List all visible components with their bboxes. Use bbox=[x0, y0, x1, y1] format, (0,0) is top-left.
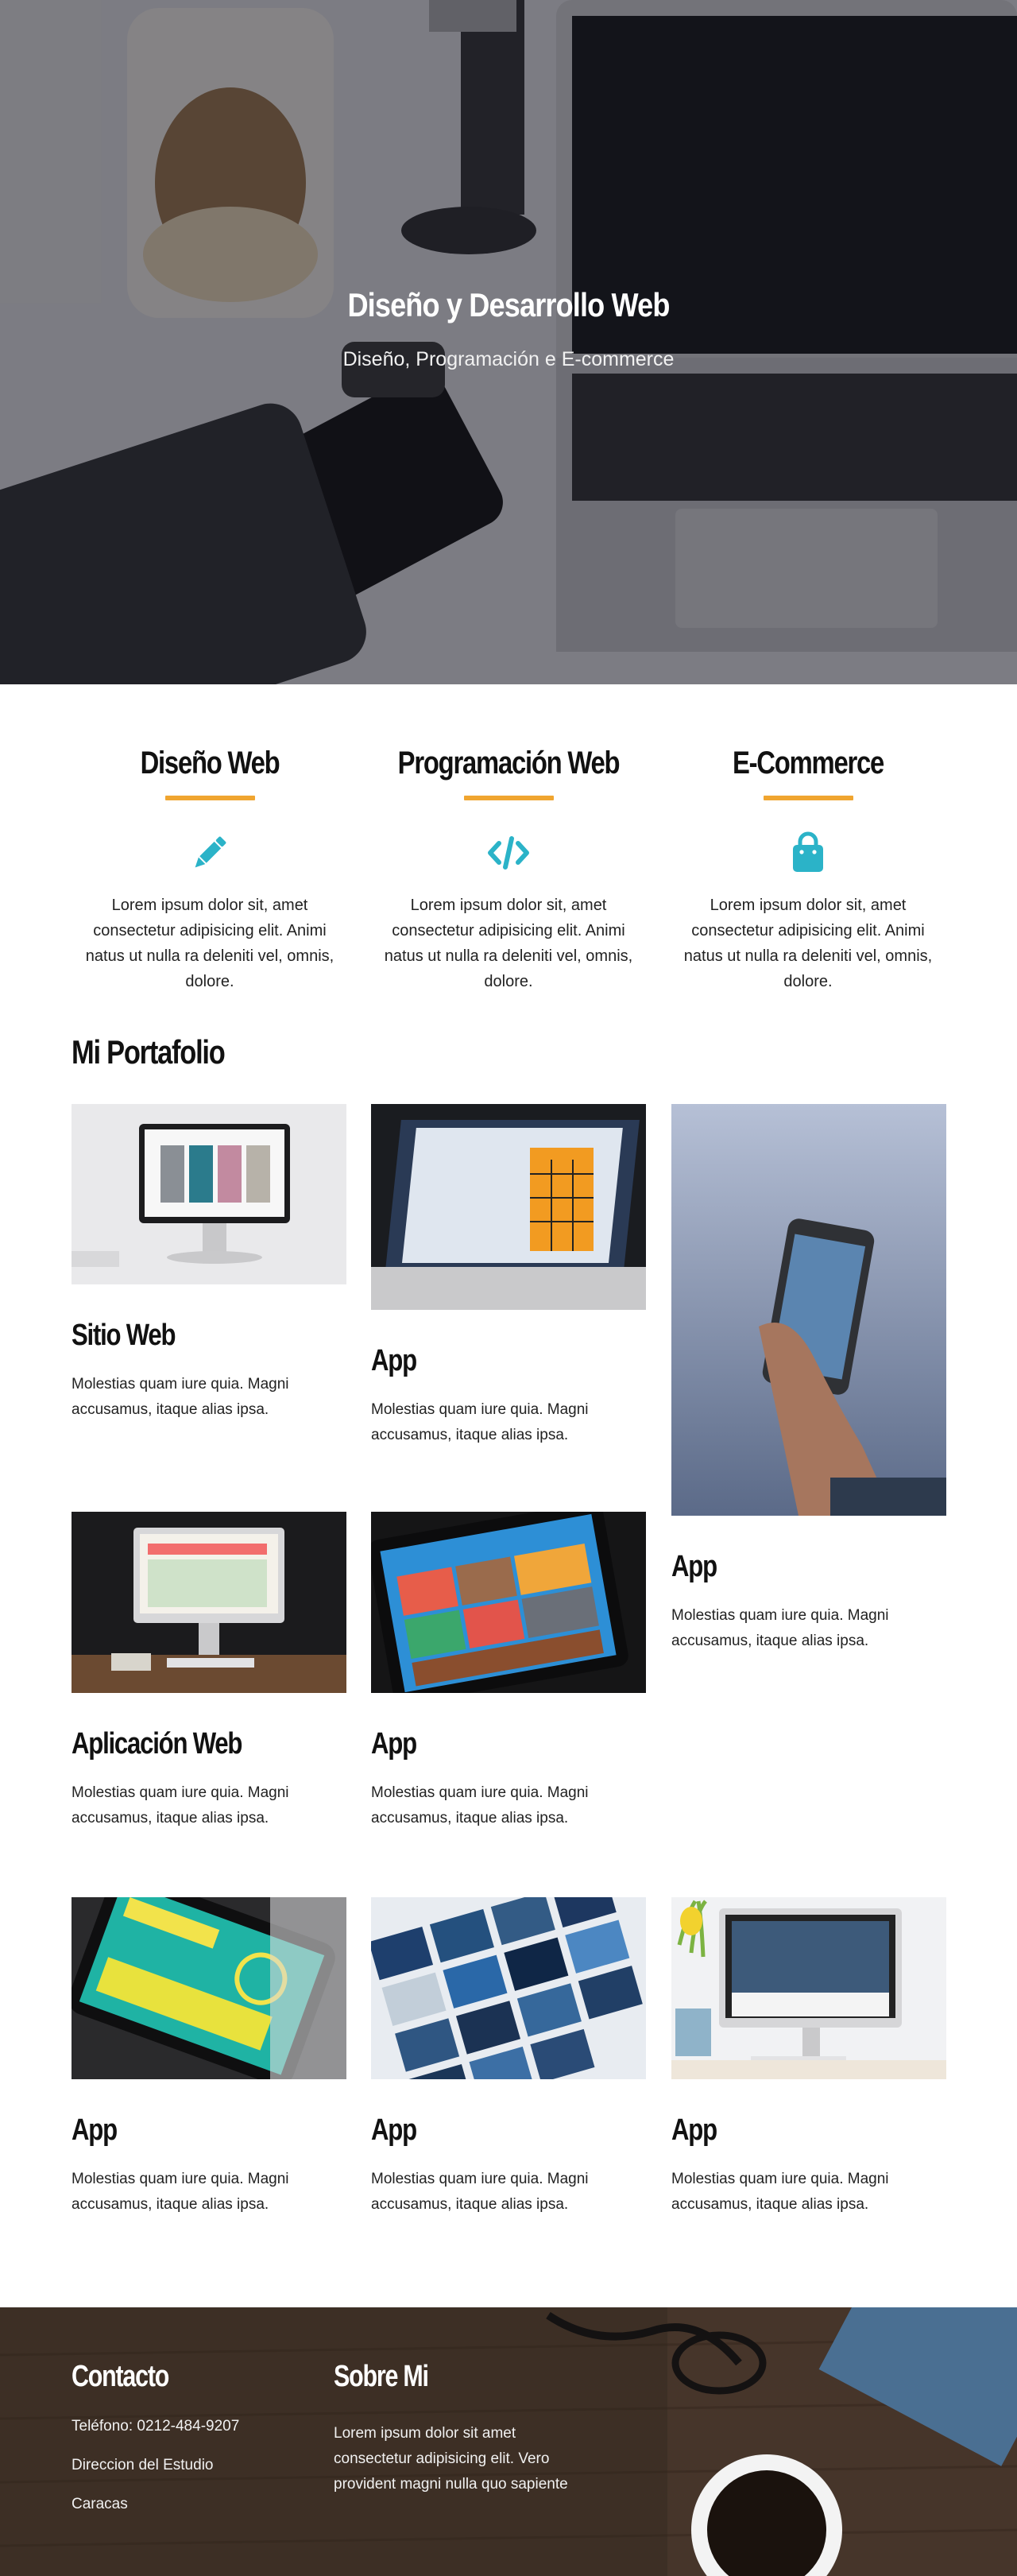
portfolio-title: App bbox=[671, 2113, 717, 2147]
portfolio-text: Molestias quam iure quia. Magni accusamu… bbox=[371, 2171, 589, 2213]
portfolio-text: Molestias quam iure quia. Magni accusamu… bbox=[371, 1784, 589, 1826]
portfolio-text: Molestias quam iure quia. Magni accusamu… bbox=[671, 1607, 889, 1649]
accent-underline bbox=[463, 796, 554, 800]
footer-city: Caracas bbox=[72, 2496, 128, 2512]
portfolio-card[interactable]: App Molestias quam iure quia. Magni accu… bbox=[671, 1104, 946, 1654]
portfolio-image-app bbox=[671, 1897, 946, 2079]
code-icon bbox=[488, 836, 529, 870]
portfolio-heading: Mi Portafolio bbox=[72, 1033, 226, 1071]
portfolio-image-app bbox=[671, 1104, 946, 1516]
footer-contact: Contacto Teléfono: 0212-484-9207 Direcci… bbox=[72, 2360, 239, 2513]
service-title: Programación Web bbox=[397, 746, 621, 781]
footer-about-heading: Sobre Mi bbox=[334, 2360, 429, 2393]
accent-underline bbox=[763, 796, 853, 800]
portfolio-title: App bbox=[72, 2113, 118, 2147]
portfolio-title: Aplicación Web bbox=[72, 1727, 242, 1761]
portfolio-title: App bbox=[671, 1550, 717, 1583]
portfolio-title: Sitio Web bbox=[72, 1319, 176, 1352]
pencil-icon bbox=[195, 836, 226, 868]
hero-title: Diseño y Desarrollo Web bbox=[347, 286, 670, 323]
portfolio-text: Molestias quam iure quia. Magni accusamu… bbox=[671, 2171, 889, 2213]
portfolio-card[interactable]: App Molestias quam iure quia. Magni accu… bbox=[371, 1104, 646, 1448]
portfolio-image-app bbox=[68, 1871, 346, 2086]
footer-phone: Teléfono: 0212-484-9207 bbox=[72, 2418, 240, 2435]
service-title: E-Commerce bbox=[732, 746, 884, 781]
footer: Contacto Teléfono: 0212-484-9207 Direcci… bbox=[0, 2307, 1017, 2576]
portfolio-image-website bbox=[72, 1104, 346, 1284]
portfolio-text: Molestias quam iure quia. Magni accusamu… bbox=[72, 1376, 289, 1418]
footer-contact-heading: Contacto bbox=[72, 2360, 169, 2393]
service-text: Lorem ipsum dolor sit, amet consectetur … bbox=[683, 897, 933, 990]
portfolio-text: Molestias quam iure quia. Magni accusamu… bbox=[72, 1784, 289, 1826]
portfolio-card[interactable]: App Molestias quam iure quia. Magni accu… bbox=[671, 1897, 946, 2218]
footer-about-text: Lorem ipsum dolor sit amet consectetur a… bbox=[334, 2425, 568, 2493]
portfolio-card[interactable]: App Molestias quam iure quia. Magni accu… bbox=[368, 1873, 646, 2218]
service-ecommerce: E-Commerce Lorem ipsum dolor sit, amet c… bbox=[673, 746, 943, 994]
footer-about: Sobre Mi Lorem ipsum dolor sit amet cons… bbox=[334, 2360, 588, 2497]
portfolio-title: App bbox=[371, 1344, 417, 1377]
portfolio-card[interactable]: Aplicación Web Molestias quam iure quia.… bbox=[72, 1512, 346, 1831]
portfolio-image-app bbox=[371, 1104, 646, 1310]
service-web-programming: Programación Web Lorem ipsum dolor sit, … bbox=[373, 746, 644, 994]
service-text: Lorem ipsum dolor sit, amet consectetur … bbox=[85, 897, 334, 990]
portfolio-card[interactable]: App Molestias quam iure quia. Magni accu… bbox=[368, 1501, 646, 1831]
service-title: Diseño Web bbox=[140, 746, 280, 781]
portfolio-card[interactable]: App Molestias quam iure quia. Magni accu… bbox=[68, 1871, 346, 2218]
portfolio-image-app bbox=[368, 1873, 646, 2118]
portfolio-image-web-app bbox=[72, 1512, 346, 1693]
portfolio-image-app bbox=[368, 1501, 646, 1705]
portfolio-text: Molestias quam iure quia. Magni accusamu… bbox=[72, 2171, 289, 2213]
accent-underline bbox=[164, 796, 255, 800]
portfolio-title: App bbox=[371, 1727, 417, 1761]
hero-banner: Diseño y Desarrollo Web Diseño, Programa… bbox=[0, 0, 1017, 684]
hero-subtitle: Diseño, Programación e E-commerce bbox=[342, 348, 675, 370]
footer-address: Direccion del Estudio bbox=[72, 2457, 214, 2473]
hero-overlay bbox=[0, 0, 1017, 684]
portfolio-card[interactable]: Sitio Web Molestias quam iure quia. Magn… bbox=[72, 1104, 346, 1423]
service-web-design: Diseño Web Lorem ipsum dolor sit, amet c… bbox=[75, 746, 345, 994]
portfolio-text: Molestias quam iure quia. Magni accusamu… bbox=[371, 1401, 589, 1443]
shopping-bag-icon bbox=[793, 831, 823, 872]
portfolio-title: App bbox=[371, 2113, 417, 2147]
services-section: Diseño Web Lorem ipsum dolor sit, amet c… bbox=[0, 684, 1017, 1018]
service-text: Lorem ipsum dolor sit, amet consectetur … bbox=[384, 897, 633, 990]
